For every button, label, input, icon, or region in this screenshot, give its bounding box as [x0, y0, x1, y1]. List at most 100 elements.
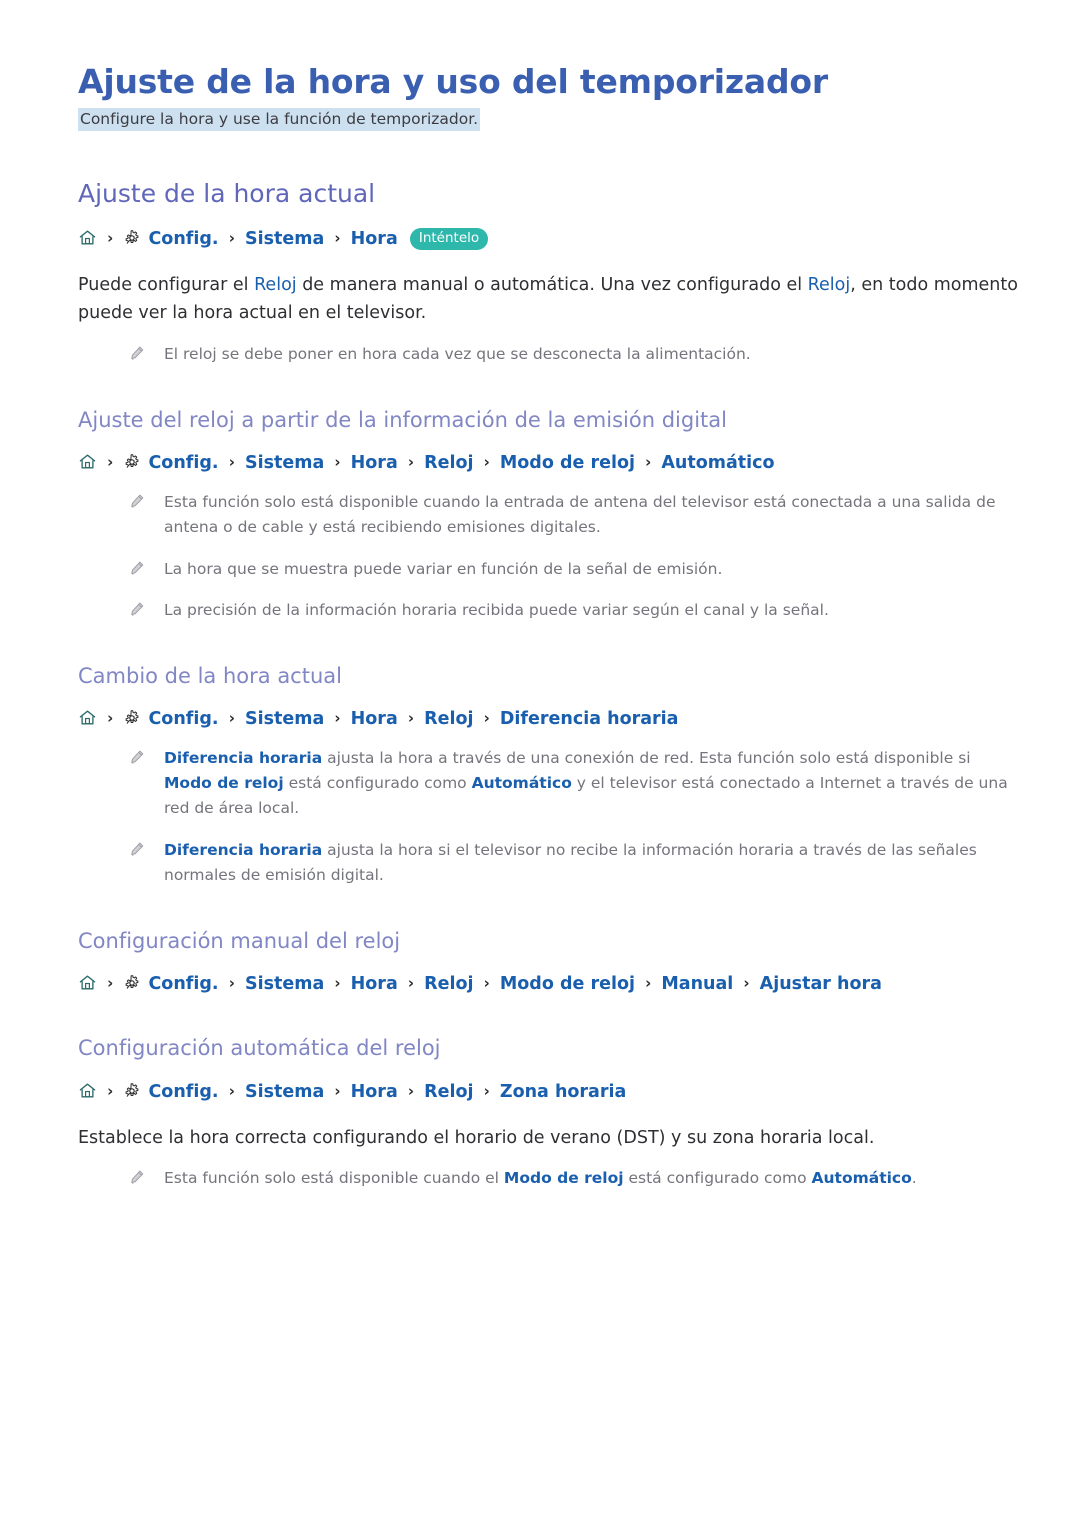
breadcrumb-configuracion-automatica-reloj[interactable]: › Config. › Sistema › Hora › Reloj › Zon… [78, 1079, 1030, 1105]
breadcrumb-crumb-reloj[interactable]: Reloj [424, 1082, 473, 1102]
home-icon[interactable] [78, 973, 97, 992]
breadcrumb-crumb-sistema[interactable]: Sistema [245, 453, 324, 473]
pencil-icon [128, 601, 145, 618]
home-icon[interactable] [78, 1081, 97, 1100]
note-text: Esta función solo está disponible cuando… [164, 493, 996, 537]
breadcrumb-crumb-reloj[interactable]: Reloj [424, 974, 473, 994]
pencil-icon [128, 493, 145, 510]
breadcrumb-ajuste-reloj-emision-digital[interactable]: › Config. › Sistema › Hora › Reloj › Mod… [78, 450, 1030, 476]
note-item: El reloj se debe poner en hora cada vez … [120, 342, 1009, 367]
section-heading-configuracion-manual-reloj: Configuración manual del reloj [78, 928, 401, 953]
breadcrumb-separator: › [483, 453, 490, 472]
note-text: está configurado como [283, 774, 472, 793]
paragraph-text: Puede configurar el [78, 275, 255, 295]
home-icon[interactable] [78, 708, 97, 727]
inline-term-reloj[interactable]: Reloj [254, 275, 297, 295]
breadcrumb-separator: › [107, 1081, 114, 1100]
breadcrumb-crumb-diferencia-horaria[interactable]: Diferencia horaria [500, 709, 679, 729]
breadcrumb-crumb-modo-de-reloj[interactable]: Modo de reloj [500, 974, 635, 994]
breadcrumb-crumb-config[interactable]: Config. [148, 229, 218, 249]
breadcrumb-separator: › [483, 708, 490, 727]
inline-term-automatico[interactable]: Automático [812, 1169, 912, 1187]
breadcrumb-crumb-reloj[interactable]: Reloj [424, 709, 473, 729]
breadcrumb-crumb-reloj[interactable]: Reloj [424, 453, 473, 473]
home-icon[interactable] [78, 228, 97, 247]
inline-term-automatico[interactable]: Automático [472, 774, 572, 792]
breadcrumb-separator: › [334, 1081, 341, 1100]
breadcrumb-crumb-sistema[interactable]: Sistema [245, 229, 324, 249]
inline-term-modo-de-reloj[interactable]: Modo de reloj [164, 774, 284, 792]
breadcrumb-crumb-sistema[interactable]: Sistema [245, 1082, 324, 1102]
breadcrumb-crumb-hora[interactable]: Hora [351, 709, 398, 729]
inline-term-diferencia-horaria[interactable]: Diferencia horaria [164, 749, 322, 767]
gear-icon[interactable] [123, 229, 141, 247]
note-item: Esta función solo está disponible cuando… [120, 1166, 1009, 1191]
try-it-badge[interactable]: Inténtelo [409, 227, 489, 250]
note-text: . [911, 1169, 917, 1188]
section-paragraph-ajuste-hora-actual: Puede configurar el Reloj de manera manu… [78, 271, 1030, 328]
gear-icon[interactable] [123, 1082, 141, 1100]
breadcrumb-crumb-automatico[interactable]: Automático [661, 453, 774, 473]
document-page: Ajuste de la hora y uso del temporizador… [0, 0, 1080, 1527]
breadcrumb-crumb-config[interactable]: Config. [148, 974, 218, 994]
section-paragraph-configuracion-automatica-reloj: Establece la hora correcta configurando … [78, 1127, 875, 1148]
breadcrumb-separator: › [107, 228, 114, 247]
inline-term-reloj[interactable]: Reloj [808, 275, 851, 295]
note-item: La precisión de la información horaria r… [120, 598, 1009, 623]
breadcrumb-crumb-zona-horaria[interactable]: Zona horaria [500, 1082, 626, 1102]
note-item: Diferencia horaria ajusta la hora a trav… [120, 746, 1009, 821]
breadcrumb-separator: › [483, 974, 490, 993]
breadcrumb-separator: › [107, 708, 114, 727]
breadcrumb-crumb-config[interactable]: Config. [148, 1082, 218, 1102]
breadcrumb-separator: › [645, 974, 652, 993]
home-icon[interactable] [78, 452, 97, 471]
breadcrumb-crumb-config[interactable]: Config. [148, 709, 218, 729]
breadcrumb-separator: › [743, 974, 750, 993]
breadcrumb-ajuste-hora-actual[interactable]: › Config. › Sistema › Hora Inténtelo [78, 226, 1030, 252]
breadcrumb-crumb-manual[interactable]: Manual [661, 974, 733, 994]
note-item: Esta función solo está disponible cuando… [120, 490, 1009, 540]
breadcrumb-crumb-sistema[interactable]: Sistema [245, 709, 324, 729]
pencil-icon [128, 1169, 145, 1186]
breadcrumb-separator: › [228, 708, 235, 727]
pencil-icon [128, 345, 145, 362]
page-title: Ajuste de la hora y uso del temporizador [78, 62, 828, 101]
pencil-icon [128, 560, 145, 577]
section-heading-ajuste-reloj-emision-digital: Ajuste del reloj a partir de la informac… [78, 407, 727, 432]
breadcrumb-separator: › [228, 1081, 235, 1100]
breadcrumb-separator: › [107, 453, 114, 472]
note-text: El reloj se debe poner en hora cada vez … [164, 344, 751, 363]
inline-term-diferencia-horaria[interactable]: Diferencia horaria [164, 841, 322, 859]
breadcrumb-cambio-hora-actual[interactable]: › Config. › Sistema › Hora › Reloj › Dif… [78, 706, 1030, 732]
breadcrumb-crumb-hora[interactable]: Hora [351, 453, 398, 473]
note-list: El reloj se debe poner en hora cada vez … [78, 342, 1030, 367]
gear-icon[interactable] [123, 974, 141, 992]
breadcrumb-separator: › [334, 708, 341, 727]
note-item: Diferencia horaria ajusta la hora si el … [120, 838, 1009, 888]
breadcrumb-separator: › [407, 974, 415, 993]
breadcrumb-crumb-hora[interactable]: Hora [351, 229, 398, 249]
breadcrumb-separator: › [107, 974, 114, 993]
breadcrumb-configuracion-manual-reloj[interactable]: › Config. › Sistema › Hora › Reloj › Mod… [78, 971, 1030, 997]
note-text: La precisión de la información horaria r… [164, 600, 829, 619]
breadcrumb-crumb-hora[interactable]: Hora [351, 1082, 398, 1102]
note-text: La hora que se muestra puede variar en f… [164, 559, 723, 578]
breadcrumb-separator: › [334, 228, 341, 247]
breadcrumb-crumb-sistema[interactable]: Sistema [245, 974, 324, 994]
section-heading-configuracion-automatica-reloj: Configuración automática del reloj [78, 1036, 441, 1061]
breadcrumb-separator: › [228, 453, 235, 472]
note-text: ajusta la hora a través de una conexión … [322, 749, 971, 768]
note-text: Esta función solo está disponible cuando… [164, 1169, 504, 1188]
breadcrumb-separator: › [483, 1081, 490, 1100]
pencil-icon [128, 749, 145, 766]
breadcrumb-crumb-modo-de-reloj[interactable]: Modo de reloj [500, 453, 635, 473]
page-subtitle-wrapper: Configure la hora y use la función de te… [78, 108, 1030, 132]
gear-icon[interactable] [123, 453, 141, 471]
note-item: La hora que se muestra puede variar en f… [120, 557, 1009, 582]
breadcrumb-crumb-ajustar-hora[interactable]: Ajustar hora [760, 974, 882, 994]
inline-term-modo-de-reloj[interactable]: Modo de reloj [504, 1169, 624, 1187]
breadcrumb-separator: › [407, 1081, 415, 1100]
breadcrumb-crumb-config[interactable]: Config. [148, 453, 218, 473]
breadcrumb-crumb-hora[interactable]: Hora [351, 974, 398, 994]
gear-icon[interactable] [123, 709, 141, 727]
